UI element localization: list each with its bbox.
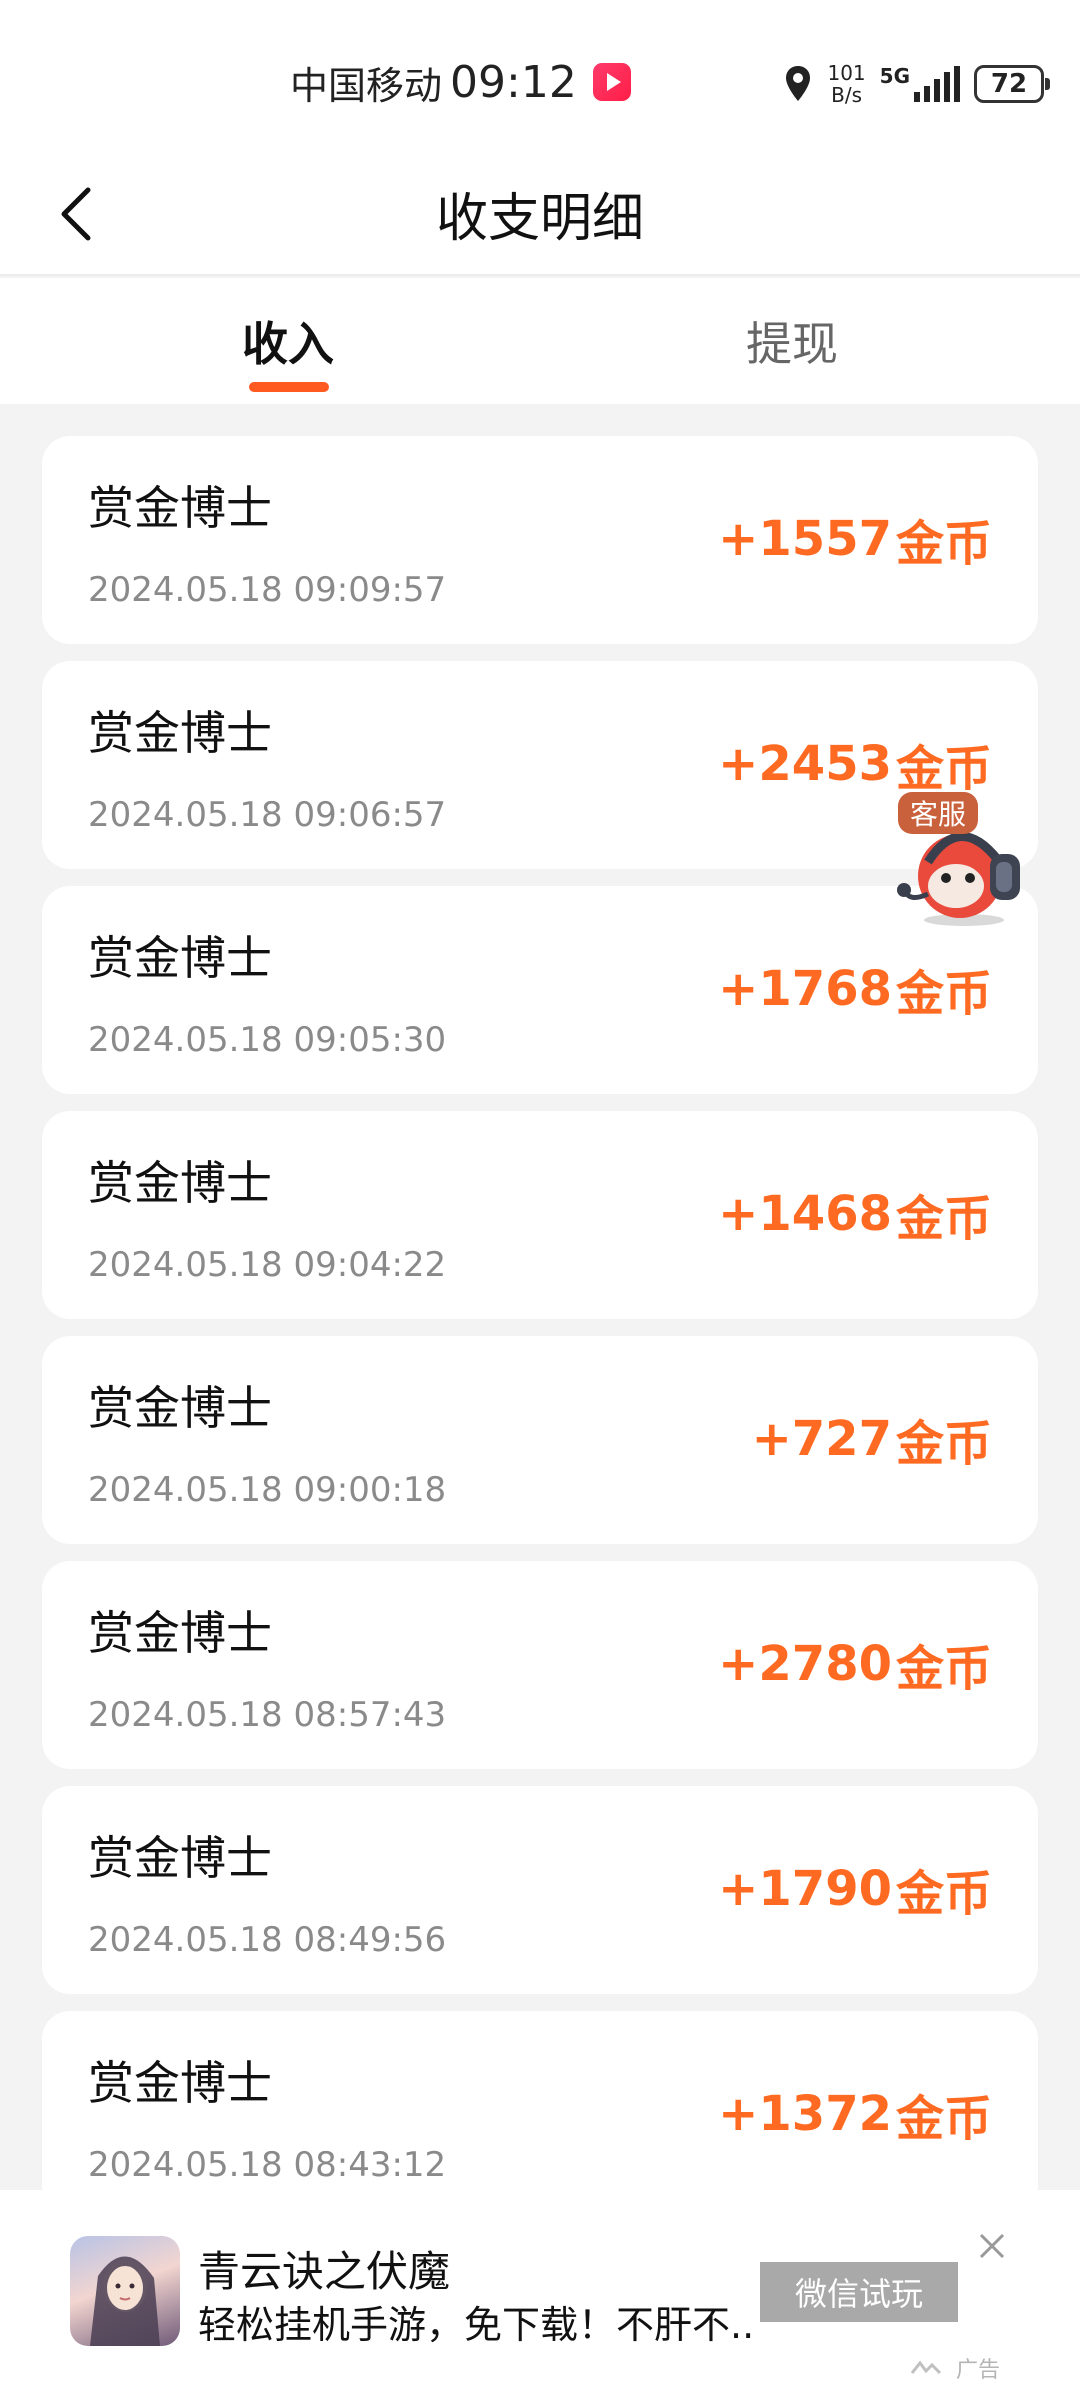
transaction-time: 2024.05.18 09:09:57 — [88, 570, 447, 610]
amount-unit: 金币 — [895, 1191, 992, 1247]
amount-value: +1557 — [718, 511, 892, 567]
ad-title: 青云诀之伏魔 — [198, 2247, 451, 2296]
customer-service-label: 客服 — [898, 792, 979, 834]
tab-withdraw-label: 提现 — [746, 317, 838, 371]
signal-icon — [914, 66, 960, 102]
amount-unit: 金币 — [895, 1641, 992, 1697]
transaction-time: 2024.05.18 09:04:22 — [88, 1245, 447, 1285]
transaction-row[interactable]: 赏金博士 2024.05.18 09:09:57 +1557 金币 — [42, 436, 1038, 644]
transaction-row[interactable]: 赏金博士 2024.05.18 08:57:43 +2780 金币 — [42, 1561, 1038, 1769]
tab-withdraw[interactable]: 提现 — [692, 278, 892, 404]
app-notification-icon — [592, 63, 631, 101]
transaction-source: 赏金博士 — [88, 1606, 272, 1660]
amount-unit: 金币 — [895, 2091, 992, 2147]
location-icon — [786, 66, 811, 101]
carrier-label: 中国移动 — [290, 63, 443, 108]
amount-value: +2780 — [718, 1636, 892, 1692]
ad-game-thumbnail[interactable] — [70, 2236, 180, 2346]
transaction-amount: +1768 金币 — [718, 954, 992, 1024]
transaction-source: 赏金博士 — [88, 706, 272, 760]
amount-value: +2453 — [718, 736, 892, 792]
transaction-source: 赏金博士 — [88, 1831, 272, 1885]
status-bar: 中国移动 09:12 101 B/s 5G 72 — [0, 0, 1080, 150]
page-title: 收支明细 — [435, 188, 644, 249]
ad-try-button[interactable]: 微信试玩 — [760, 2262, 958, 2322]
close-icon — [979, 2233, 1005, 2259]
transaction-time: 2024.05.18 09:06:57 — [88, 795, 447, 835]
ad-close-button[interactable] — [972, 2226, 1012, 2266]
ad-network-logo-icon — [910, 2360, 942, 2375]
game-character-image — [90, 2256, 160, 2346]
status-left: 中国移动 09:12 — [290, 52, 631, 112]
transaction-source: 赏金博士 — [88, 931, 272, 985]
transaction-time: 2024.05.18 09:05:30 — [88, 1020, 447, 1060]
back-button[interactable] — [56, 174, 136, 254]
transaction-amount: +1372 金币 — [718, 2079, 992, 2149]
amount-unit: 金币 — [895, 516, 992, 572]
transaction-source: 赏金博士 — [88, 2056, 272, 2110]
battery-icon: 72 — [974, 65, 1050, 103]
amount-value: +1468 — [718, 1186, 892, 1242]
transaction-time: 2024.05.18 08:49:56 — [88, 1920, 447, 1960]
transaction-time: 2024.05.18 08:57:43 — [88, 1695, 447, 1735]
ad-tag: 广告 — [910, 2354, 1001, 2383]
amount-unit: 金币 — [895, 1866, 992, 1922]
app-root: 中国移动 09:12 101 B/s 5G 72 收支明细 收入 提现 赏金博士… — [0, 0, 1080, 2400]
signal-group: 5G — [880, 66, 960, 102]
transaction-source: 赏金博士 — [88, 1156, 272, 1210]
transaction-source: 赏金博士 — [88, 481, 272, 535]
ad-tag-label: 广告 — [956, 2358, 1001, 2383]
amount-unit: 金币 — [895, 966, 992, 1022]
ad-description: 轻松挂机手游，免下载！不肝不... — [198, 2303, 758, 2347]
transaction-amount: +1557 金币 — [718, 504, 992, 574]
ad-banner[interactable]: 青云诀之伏魔 轻松挂机手游，免下载！不肝不... 微信试玩 广告 — [0, 2190, 1080, 2400]
tab-income-label: 收入 — [242, 317, 334, 371]
amount-value: +1790 — [718, 1861, 892, 1917]
transaction-row[interactable]: 赏金博士 2024.05.18 08:49:56 +1790 金币 — [42, 1786, 1038, 1994]
amount-value: +1372 — [718, 2086, 892, 2142]
tab-bar: 收入 提现 — [0, 278, 1080, 404]
transaction-time: 2024.05.18 08:43:12 — [88, 2145, 447, 2185]
transaction-time: 2024.05.18 09:00:18 — [88, 1470, 447, 1510]
battery-level: 72 — [990, 69, 1028, 99]
amount-unit: 金币 — [895, 1416, 992, 1472]
net-speed: 101 B/s — [827, 62, 865, 106]
transaction-row[interactable]: 赏金博士 2024.05.18 08:43:12 +1372 金币 — [42, 2011, 1038, 2219]
customer-service-button[interactable]: 客服 — [888, 782, 1048, 932]
transaction-row[interactable]: 赏金博士 2024.05.18 09:00:18 +727 金币 — [42, 1336, 1038, 1544]
net-speed-unit: B/s — [831, 83, 862, 107]
status-right: 101 B/s 5G 72 — [783, 56, 1050, 112]
transaction-source: 赏金博士 — [88, 1381, 272, 1435]
amount-value: +727 — [751, 1411, 892, 1467]
clock: 09:12 — [450, 56, 577, 108]
transaction-list[interactable]: 赏金博士 2024.05.18 09:09:57 +1557 金币 赏金博士 2… — [42, 436, 1038, 2236]
transaction-amount: +2780 金币 — [718, 1629, 992, 1699]
chevron-left-icon — [61, 187, 91, 241]
transaction-row[interactable]: 赏金博士 2024.05.18 09:04:22 +1468 金币 — [42, 1111, 1038, 1319]
net-speed-value: 101 — [827, 61, 866, 85]
transaction-amount: +1790 金币 — [718, 1854, 992, 1924]
transaction-amount: +727 金币 — [752, 1404, 992, 1474]
top-bar: 收支明细 — [0, 150, 1080, 276]
network-type: 5G — [879, 64, 910, 88]
transaction-amount: +1468 金币 — [718, 1179, 992, 1249]
tab-active-indicator — [249, 382, 329, 392]
amount-value: +1768 — [718, 961, 892, 1017]
